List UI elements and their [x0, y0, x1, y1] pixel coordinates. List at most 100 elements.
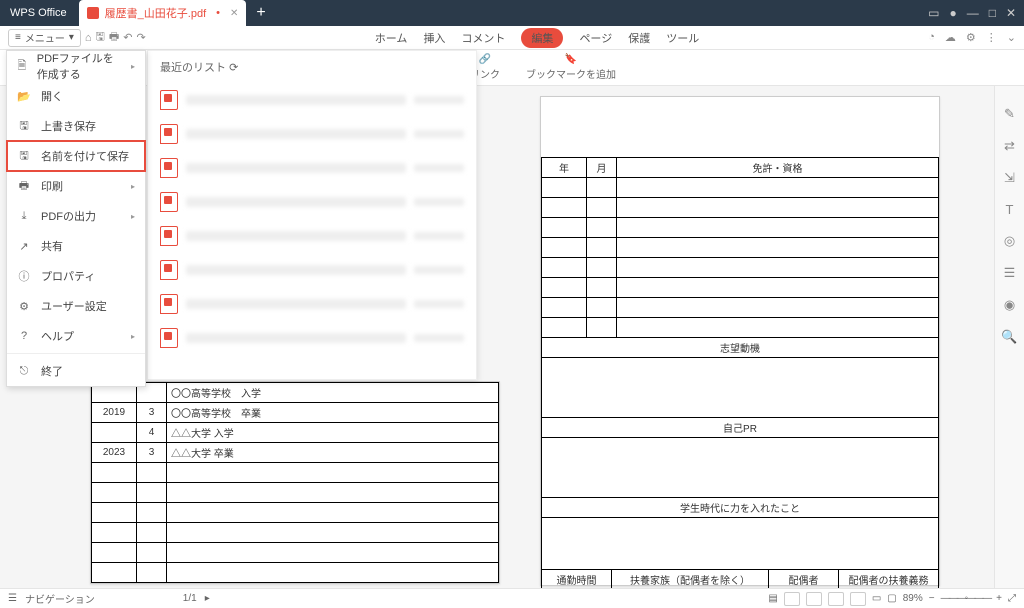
- close-icon[interactable]: ✕: [230, 8, 238, 19]
- caret-icon[interactable]: ⌄: [1007, 31, 1016, 44]
- view-facing-icon[interactable]: [828, 592, 844, 606]
- compress-tool-icon[interactable]: ⇲: [1004, 170, 1015, 186]
- zoom-slider[interactable]: ———◦———: [941, 593, 991, 604]
- blurred-filename: [186, 163, 406, 173]
- convert-tool-icon[interactable]: ⇄: [1004, 138, 1015, 154]
- ribbon-bookmark-label: ブックマークを追加: [526, 66, 616, 81]
- edit-tool-icon[interactable]: ✎: [1004, 106, 1015, 122]
- menu-print-label: 印刷: [41, 178, 63, 194]
- recent-item[interactable]: [160, 253, 464, 287]
- tray-icon[interactable]: ▭: [928, 6, 939, 20]
- zoom-value[interactable]: 89%: [903, 593, 923, 604]
- menu-help-label: ヘルプ: [41, 328, 74, 344]
- chevron-right-icon: ▸: [131, 62, 135, 71]
- tab-comment[interactable]: コメント: [461, 30, 505, 46]
- blurred-date: [414, 334, 464, 342]
- statusbar-right: ▤ ▭ ▢ 89% − ———◦——— + ⤢: [768, 592, 1016, 606]
- menu-pdf-output[interactable]: ⤓ PDFの出力 ▸: [7, 201, 145, 231]
- layers-tool-icon[interactable]: ☰: [1004, 265, 1016, 281]
- help-icon: ?: [17, 330, 31, 342]
- menu-button[interactable]: ≡ メニュー ▾: [8, 29, 81, 47]
- ribbon-bookmark[interactable]: 🔖 ブックマークを追加: [526, 54, 616, 81]
- recent-item[interactable]: [160, 321, 464, 355]
- view-dual-icon[interactable]: [850, 592, 866, 606]
- menu-create-pdf[interactable]: 🗎 PDFファイルを作成する ▸: [7, 51, 145, 81]
- menu-overwrite-save[interactable]: 🖫 上書き保存: [7, 111, 145, 141]
- ocr-tool-icon[interactable]: ◎: [1004, 233, 1015, 249]
- fullscreen-icon[interactable]: ⤢: [1008, 593, 1016, 604]
- tab-page[interactable]: ページ: [579, 30, 612, 46]
- maximize-button[interactable]: □: [989, 6, 996, 20]
- stamp-tool-icon[interactable]: ◉: [1004, 297, 1015, 313]
- fit-width-icon[interactable]: ▭: [872, 593, 881, 604]
- menu-divider: [7, 353, 145, 354]
- settings-icon[interactable]: ⚙: [966, 31, 976, 44]
- tab-protect[interactable]: 保護: [628, 30, 650, 46]
- blurred-date: [414, 300, 464, 308]
- save-as-icon: 🖫: [17, 147, 31, 166]
- menu-save-as[interactable]: 🖫 名前を付けて保存: [7, 141, 145, 171]
- recent-item[interactable]: [160, 83, 464, 117]
- table-row: [542, 238, 939, 258]
- save-icon[interactable]: 🖫: [96, 28, 105, 47]
- menu-share[interactable]: ↗ 共有: [7, 231, 145, 261]
- account-icon[interactable]: ◔: [928, 31, 935, 44]
- home-icon[interactable]: ⌂: [85, 32, 92, 44]
- view-mode-icon[interactable]: ▤: [768, 593, 777, 604]
- resume-education-table: 〇〇高等学校 入学 20193〇〇高等学校 卒業 4△△大学 入学 20233△…: [91, 382, 499, 583]
- undo-icon[interactable]: ↶: [123, 31, 132, 44]
- recent-item[interactable]: [160, 219, 464, 253]
- tab-insert[interactable]: 挿入: [423, 30, 445, 46]
- menu-help[interactable]: ? ヘルプ ▸: [7, 321, 145, 351]
- user-icon[interactable]: ●: [949, 6, 956, 20]
- table-row: [92, 483, 499, 503]
- tab-edit[interactable]: 編集: [521, 28, 563, 48]
- resume-motivation-table: 志望動機: [541, 337, 939, 418]
- exit-icon: ⎋: [17, 365, 31, 378]
- recent-item[interactable]: [160, 117, 464, 151]
- next-page-icon[interactable]: ▸: [205, 593, 210, 604]
- menu-share-label: 共有: [41, 238, 63, 254]
- pdf-icon: [160, 328, 178, 348]
- redo-icon[interactable]: ↷: [137, 31, 146, 44]
- menu-properties[interactable]: ⓘ プロパティ: [7, 261, 145, 291]
- pdf-icon: [160, 158, 178, 178]
- statusbar: ☰ ナビゲーション 1/1 ▸ ▤ ▭ ▢ 89% − ———◦——— + ⤢: [0, 588, 1024, 608]
- text-tool-icon[interactable]: T: [1006, 202, 1014, 217]
- tab-tools[interactable]: ツール: [666, 30, 699, 46]
- table-row: 〇〇高等学校 入学: [92, 383, 499, 403]
- close-window-button[interactable]: ✕: [1006, 6, 1016, 20]
- cloud-icon[interactable]: ☁: [945, 31, 956, 44]
- print-icon[interactable]: 🖶: [109, 28, 119, 47]
- tab-home[interactable]: ホーム: [375, 30, 408, 46]
- menu-print[interactable]: 🖶 印刷 ▸: [7, 171, 145, 201]
- recent-item[interactable]: [160, 287, 464, 321]
- view-single-icon[interactable]: [784, 592, 800, 606]
- menu-user-settings[interactable]: ⚙ ユーザー設定: [7, 291, 145, 321]
- resume-footer-table: 通勤時間 扶養家族（配偶者を除く） 配偶者 配偶者の扶養義務 時間 分 人 ※ …: [541, 569, 939, 588]
- menu-exit[interactable]: ⎋ 終了: [7, 356, 145, 386]
- search-tool-icon[interactable]: 🔍: [1001, 329, 1017, 345]
- titlebar: WPS Office 履歴書_山田花子.pdf • ✕ + ▭ ● — □ ✕: [0, 0, 1024, 26]
- pdf-icon: [160, 90, 178, 110]
- refresh-icon[interactable]: ⟳: [229, 62, 238, 74]
- recent-item[interactable]: [160, 185, 464, 219]
- view-continuous-icon[interactable]: [806, 592, 822, 606]
- new-tab-button[interactable]: +: [256, 4, 265, 22]
- table-row: 4△△大学 入学: [92, 423, 499, 443]
- nav-toggle-icon[interactable]: ☰: [8, 593, 17, 604]
- gear-icon: ⚙: [17, 300, 31, 313]
- minimize-button[interactable]: —: [967, 6, 979, 20]
- zoom-in-icon[interactable]: +: [996, 593, 1002, 604]
- nav-label[interactable]: ナビゲーション: [25, 591, 95, 606]
- table-row: [92, 463, 499, 483]
- recent-item[interactable]: [160, 151, 464, 185]
- more-icon[interactable]: ⋮: [986, 31, 997, 44]
- menu-open[interactable]: 📂 開く: [7, 81, 145, 111]
- fit-page-icon[interactable]: ▢: [887, 593, 896, 604]
- page-indicator[interactable]: 1/1: [183, 593, 197, 604]
- document-tab[interactable]: 履歴書_山田花子.pdf • ✕: [79, 0, 247, 26]
- blurred-date: [414, 266, 464, 274]
- table-row: [542, 178, 939, 198]
- zoom-out-icon[interactable]: −: [929, 593, 935, 604]
